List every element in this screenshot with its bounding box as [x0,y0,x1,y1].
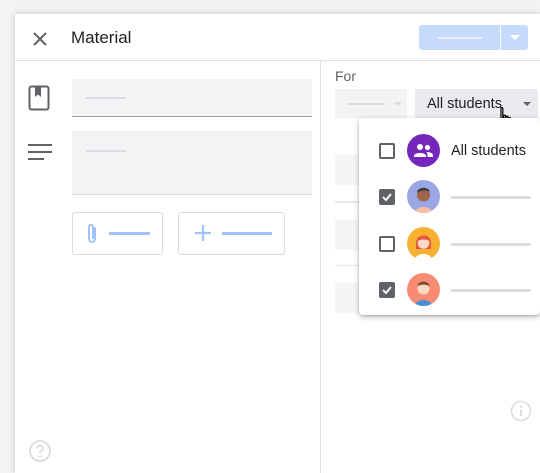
paperclip-icon [88,224,96,243]
students-select-value: All students [427,96,502,112]
check-icon [382,286,392,295]
students-select[interactable]: All students [415,89,538,118]
description-icon [28,144,52,160]
info-icon[interactable] [510,400,532,422]
close-icon [33,32,47,46]
book-icon [28,85,50,111]
students-menu: All students [359,118,540,315]
dialog-header: Material [15,14,540,61]
student-face-icon [415,187,432,213]
menu-item-all-students[interactable]: All students [359,126,540,174]
student-name-placeholder [451,289,531,292]
dialog-title: Material [71,28,132,47]
check-icon [382,193,392,202]
checkbox-checked[interactable] [379,189,395,205]
menu-item-label: All students [451,143,526,159]
class-select[interactable] [335,89,407,118]
class-select-placeholder [347,103,385,105]
student-avatar [407,273,440,306]
for-label: For [335,68,356,84]
menu-item-student[interactable] [359,219,540,267]
description-placeholder [86,150,126,152]
create-button[interactable] [178,212,285,255]
student-face-icon [415,235,432,260]
attach-label-placeholder [109,232,150,235]
checkbox-checked[interactable] [379,282,395,298]
ghost-line [335,201,359,203]
help-icon[interactable] [28,439,52,463]
add-attachment-button[interactable] [72,212,163,255]
group-icon [407,134,440,167]
title-input[interactable] [72,79,312,117]
post-dropdown-button[interactable] [501,25,528,50]
menu-item-student[interactable] [359,172,540,220]
student-name-placeholder [451,196,531,199]
chevron-down-icon [509,35,520,40]
student-face-icon [415,281,432,306]
title-placeholder [86,97,126,99]
panel-divider [320,61,321,473]
people-icon [414,144,433,157]
student-avatar [407,227,440,260]
chevron-down-icon [523,102,531,106]
checkbox[interactable] [379,143,395,159]
create-label-placeholder [222,232,272,235]
description-input[interactable] [72,131,312,195]
close-button[interactable] [25,24,55,54]
plus-icon [195,225,211,241]
post-button[interactable] [419,25,500,50]
checkbox[interactable] [379,236,395,252]
student-name-placeholder [451,243,531,246]
chevron-down-icon [394,102,402,106]
menu-item-student[interactable] [359,265,540,313]
post-button-placeholder [437,36,482,39]
student-avatar [407,180,440,213]
